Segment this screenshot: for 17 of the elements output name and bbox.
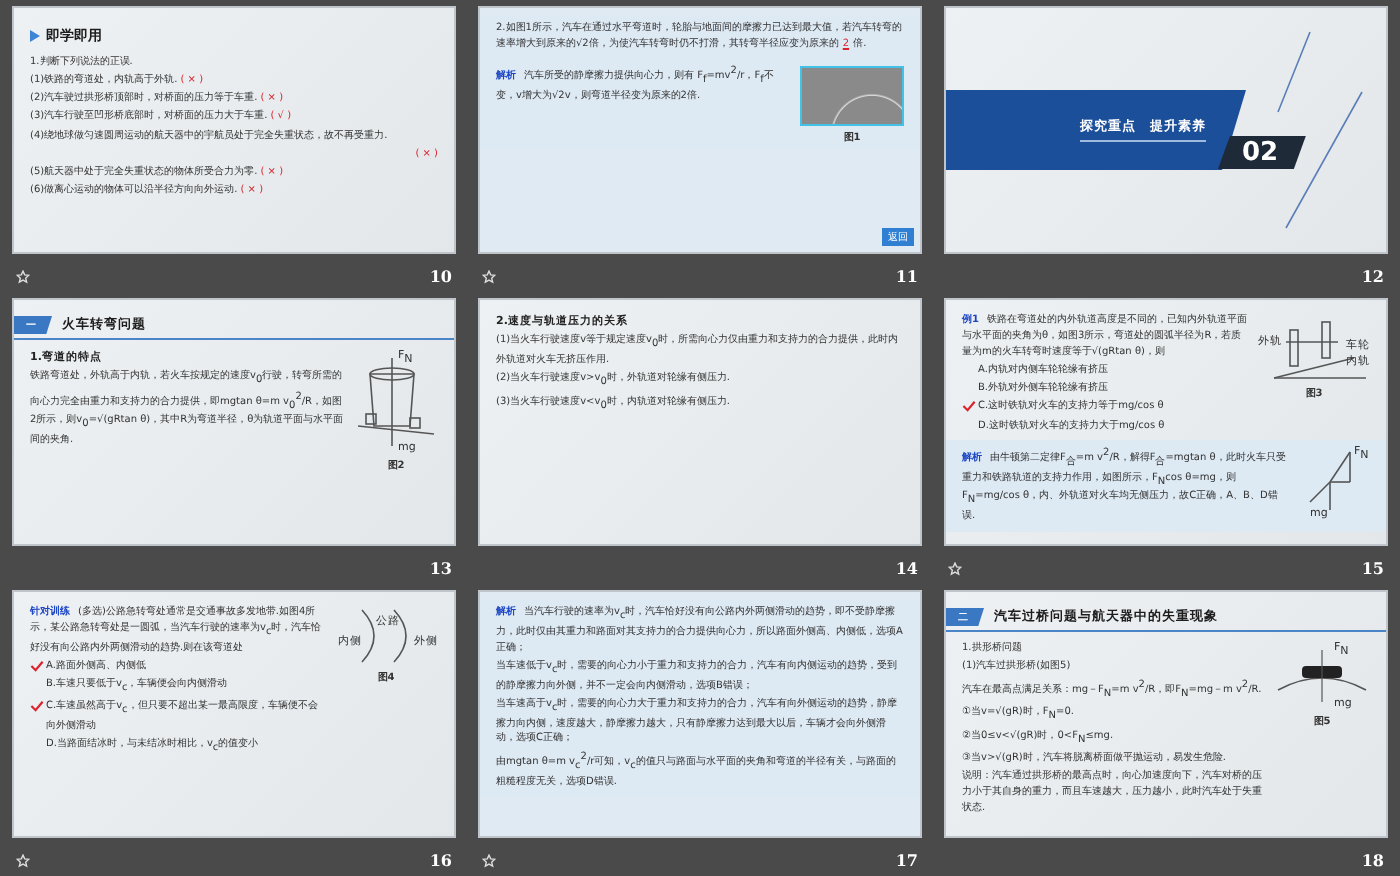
slide-number: 10	[429, 266, 452, 286]
slide-thumbnail[interactable]	[944, 590, 1388, 838]
slide-number: 17	[895, 850, 918, 870]
photo-placeholder	[800, 65, 904, 125]
slide-number: 12	[1361, 266, 1384, 286]
slide-number: 18	[1361, 850, 1384, 870]
slide-number: 13	[429, 558, 452, 578]
slide-thumbnail[interactable]	[12, 590, 456, 838]
slide-thumbnail[interactable]	[478, 590, 922, 838]
slide-number: 14	[895, 558, 918, 578]
slide-thumbnail[interactable]	[944, 298, 1388, 546]
slide-number: 11	[895, 266, 918, 286]
slide-number: 16	[429, 850, 452, 870]
triangle-icon	[30, 30, 40, 42]
slide-thumbnail[interactable]	[12, 6, 456, 254]
slide-number: 15	[1361, 558, 1384, 578]
section-number: 02	[1218, 135, 1307, 169]
